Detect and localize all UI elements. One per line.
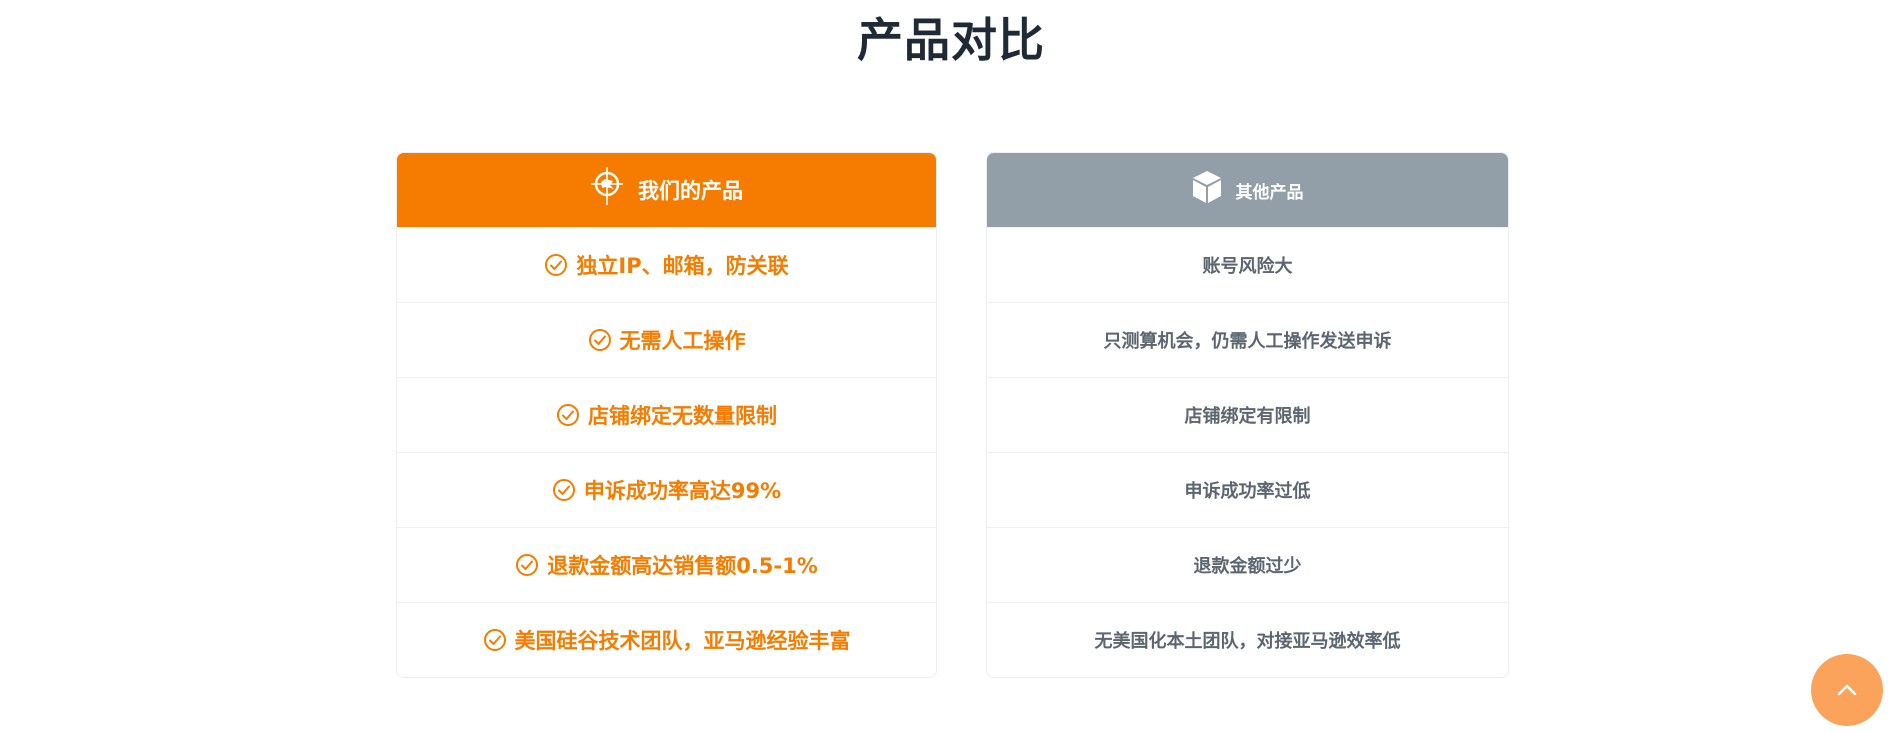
- check-circle-icon: [588, 328, 612, 352]
- our-product-card: 我们的产品 独立IP、邮箱，防关联 无需人工操作店铺绑定无数量限制 申诉成功率高达9…: [396, 152, 937, 678]
- check-circle-icon: [552, 478, 576, 502]
- our-product-header: 我们的产品: [397, 153, 936, 227]
- our-product-rows: 独立IP、邮箱，防关联 无需人工操作店铺绑定无数量限制 申诉成功率高达99% 退款金额…: [397, 227, 936, 677]
- ours-row: 无需人工操作: [397, 302, 936, 377]
- other-row-text: 申诉成功率过低: [1184, 481, 1311, 502]
- other-product-card: 其他产品 账号风险大只测算机会，仍需人工操作发送申诉 店铺绑定有限制 申诉成功率过低…: [986, 152, 1509, 678]
- ours-row: 退款金额高达销售额0.5-1%: [397, 527, 936, 602]
- other-row: 申诉成功率过低: [987, 452, 1508, 527]
- comparison-page: 产品对比 我们的产品 独立IP、邮箱，防关联 无需人工操作 店铺绑定无数量限制 申诉成…: [0, 0, 1902, 732]
- other-row: 无美国化本土团队，对接亚马逊效率低: [987, 602, 1508, 677]
- other-row: 店铺绑定有限制: [987, 377, 1508, 452]
- other-row-text: 退款金额过少: [1193, 556, 1302, 577]
- page-title: 产品对比: [857, 13, 1045, 67]
- ours-row: 申诉成功率高达99%: [397, 452, 936, 527]
- other-row-text: 无美国化本土团队，对接亚马逊效率低: [1094, 631, 1401, 652]
- ours-row-text: 店铺绑定无数量限制: [588, 404, 777, 428]
- other-row: 账号风险大: [987, 227, 1508, 302]
- other-row: 退款金额过少: [987, 527, 1508, 602]
- ours-row: 美国硅谷技术团队，亚马逊经验丰富: [397, 602, 936, 677]
- our-product-title: 我们的产品: [638, 179, 743, 203]
- other-product-rows: 账号风险大只测算机会，仍需人工操作发送申诉 店铺绑定有限制 申诉成功率过低 退款金额过…: [987, 227, 1508, 677]
- ours-row: 店铺绑定无数量限制: [397, 377, 936, 452]
- cube-icon: [1192, 170, 1222, 204]
- other-row: 只测算机会，仍需人工操作发送申诉: [987, 302, 1508, 377]
- ours-row-text: 无需人工操作: [619, 329, 746, 353]
- ours-row-text: 独立IP、邮箱，防关联: [576, 254, 789, 278]
- other-row-text: 店铺绑定有限制: [1184, 406, 1311, 427]
- check-circle-icon: [544, 253, 568, 277]
- check-circle-icon: [515, 553, 539, 577]
- other-row-text: 账号风险大: [1202, 256, 1293, 277]
- other-product-title: 其他产品: [1235, 182, 1304, 203]
- back-to-top-button[interactable]: [1811, 654, 1883, 726]
- ours-row-text: 美国硅谷技术团队，亚马逊经验丰富: [514, 629, 851, 653]
- check-circle-icon: [556, 403, 580, 427]
- target-icon: [590, 166, 624, 206]
- ours-row-text: 退款金额高达销售额0.5-1%: [547, 554, 818, 578]
- check-circle-icon: [483, 628, 507, 652]
- ours-row-text: 申诉成功率高达99%: [583, 479, 782, 503]
- ours-row: 独立IP、邮箱，防关联: [397, 227, 936, 302]
- other-product-header: 其他产品: [987, 153, 1508, 227]
- other-row-text: 只测算机会，仍需人工操作发送申诉: [1103, 331, 1392, 352]
- chevron-up-icon: [1836, 683, 1858, 697]
